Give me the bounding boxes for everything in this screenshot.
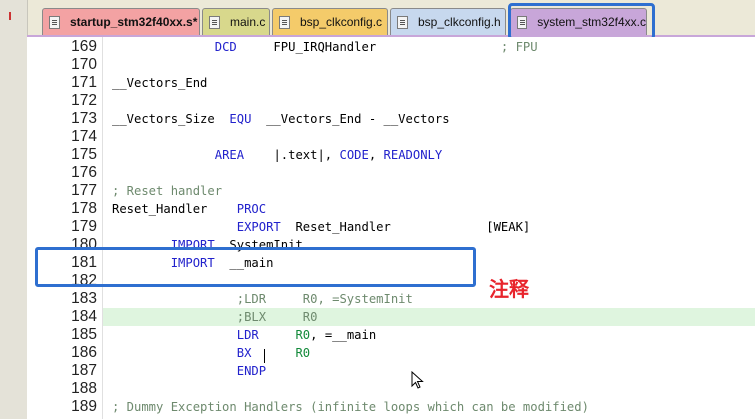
- code-token: Reset_Handler: [112, 202, 237, 216]
- line-number: 172: [71, 92, 97, 109]
- code-token: ; Reset handler: [112, 184, 223, 198]
- code-token: AREA: [214, 148, 245, 162]
- tab-bsp-clkconfig-c[interactable]: bsp_clkconfig.c: [272, 8, 388, 35]
- code-token: __Vectors_End: [112, 76, 208, 90]
- code-token: READONLY: [383, 148, 443, 162]
- code-token: __Vectors_Size: [112, 112, 230, 126]
- file-icon: [209, 15, 220, 29]
- line-number: 169: [71, 38, 97, 55]
- mouse-pointer-icon: [411, 371, 424, 389]
- line-number: 176: [71, 164, 97, 181]
- tab-startup-stm32f40xx-s[interactable]: startup_stm32f40xx.s*: [42, 8, 200, 35]
- code-token: ;LDR R0, =SystemInit: [236, 292, 413, 306]
- file-icon: [279, 15, 290, 29]
- code-token: FPU_IRQHandler: [236, 40, 501, 54]
- line-number: 178: [71, 200, 97, 217]
- tab-main-c[interactable]: main.c: [202, 8, 270, 35]
- annotation-label: 注释: [489, 277, 529, 301]
- tab-bsp-clkconfig-h[interactable]: bsp_clkconfig.h: [390, 8, 506, 35]
- code-line[interactable]: AREA |.text|, CODE, READONLY: [112, 146, 443, 164]
- file-icon: [49, 15, 60, 29]
- line-number: 174: [71, 128, 97, 145]
- code-token: DCD: [214, 40, 237, 54]
- code-token: LDR: [236, 328, 259, 342]
- left-margin-strip: [0, 0, 28, 419]
- code-token: |.text|,: [244, 148, 340, 162]
- code-token: ENDP: [236, 364, 267, 378]
- code-line[interactable]: ; Reset handler: [112, 182, 222, 200]
- code-token: PROC: [236, 202, 267, 216]
- code-token: ; Dummy Exception Handlers (infinite loo…: [112, 400, 589, 414]
- text-cursor: [264, 349, 265, 363]
- gutter-separator: [102, 37, 103, 419]
- code-line[interactable]: LDR R0, =__main: [112, 326, 376, 344]
- code-token: BX: [236, 346, 252, 360]
- line-number: 170: [71, 56, 97, 73]
- line-number: 171: [71, 74, 97, 91]
- code-line[interactable]: __Vectors_End: [112, 74, 207, 92]
- code-editor[interactable]: 169 170 171 172 173 174 175 176 177 178 179 180 181 1…: [27, 37, 755, 419]
- comment-highlight-box: [35, 247, 476, 287]
- code-line[interactable]: DCD FPU_IRQHandler ; FPU: [112, 38, 538, 56]
- line-number: 185: [71, 326, 97, 343]
- line-number-gutter: 169 170 171 172 173 174 175 176 177 178 179 180 181 1…: [27, 37, 102, 419]
- code-token: EXPORT: [236, 220, 281, 234]
- file-icon: [397, 15, 408, 29]
- line-number: 189: [71, 398, 97, 415]
- line-number: 173: [71, 110, 97, 127]
- code-token: R0: [295, 328, 311, 342]
- tab-label: bsp_clkconfig.c: [300, 15, 383, 29]
- tab-highlight-box: [508, 3, 655, 40]
- code-token: __Vectors_End - __Vectors: [251, 112, 450, 126]
- code-token: R0: [295, 346, 311, 360]
- code-token: ,: [368, 148, 384, 162]
- code-line[interactable]: __Vectors_Size EQU __Vectors_End - __Vec…: [112, 110, 450, 128]
- code-line[interactable]: ;LDR R0, =SystemInit: [112, 290, 413, 308]
- line-number: 175: [71, 146, 97, 163]
- split-marker-icon: [9, 12, 21, 20]
- code-line[interactable]: BX R0: [112, 344, 310, 362]
- line-number: 177: [71, 182, 97, 199]
- code-line[interactable]: Reset_Handler PROC: [112, 200, 266, 218]
- line-number: 183: [71, 290, 97, 307]
- line-number: 186: [71, 344, 97, 361]
- line-number: 184: [71, 308, 97, 325]
- code-token: Reset_Handler [WEAK]: [280, 220, 531, 234]
- tab-label: startup_stm32f40xx.s*: [70, 15, 198, 29]
- line-number: 187: [71, 362, 97, 379]
- code-token: EQU: [229, 112, 252, 126]
- code-token: CODE: [339, 148, 369, 162]
- code-token: , =__main: [310, 328, 377, 342]
- line-number: 188: [71, 380, 97, 397]
- code-line[interactable]: ; Dummy Exception Handlers (infinite loo…: [112, 398, 589, 416]
- line-number: 179: [71, 218, 97, 235]
- code-line[interactable]: ENDP: [112, 362, 266, 380]
- tab-label: bsp_clkconfig.h: [418, 15, 501, 29]
- code-token: ;BLX R0: [236, 310, 318, 324]
- code-line[interactable]: EXPORT Reset_Handler [WEAK]: [112, 218, 531, 236]
- tab-label: main.c: [230, 15, 266, 29]
- code-token: ; FPU: [500, 40, 538, 54]
- code-line[interactable]: ;BLX R0: [112, 308, 318, 326]
